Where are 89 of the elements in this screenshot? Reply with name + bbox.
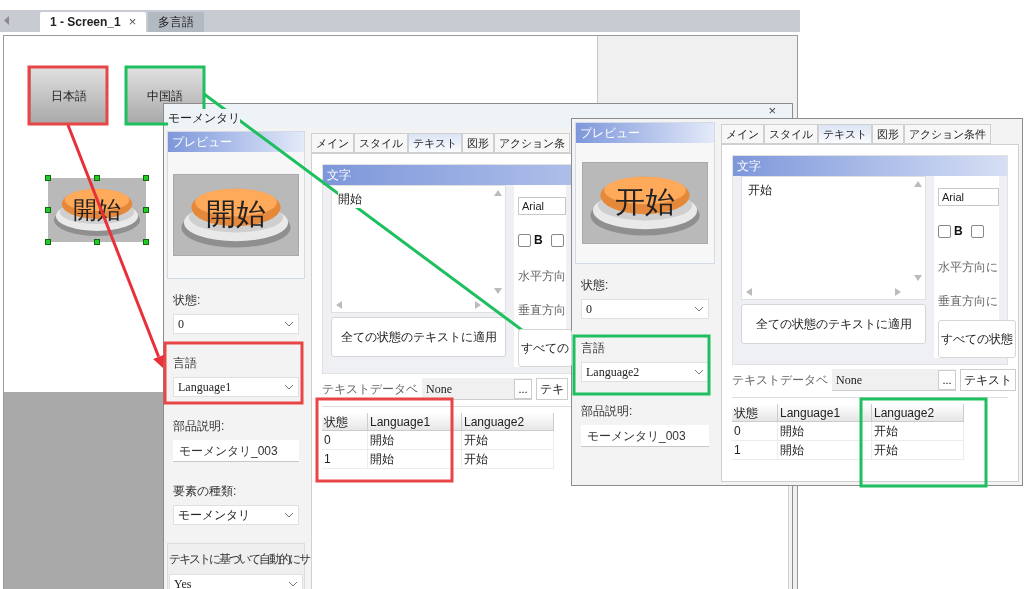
dropdown[interactable]: モーメンタリ bbox=[173, 505, 299, 525]
dialog-tab[interactable]: スタイル bbox=[354, 133, 408, 153]
editor-tab[interactable]: 1 - Screen_1 × bbox=[40, 12, 147, 32]
apply-button[interactable]: 全ての状態のテキストに適用 bbox=[331, 317, 506, 357]
panel-header: 文字 bbox=[733, 156, 1007, 176]
column-header[interactable]: Language2 bbox=[462, 413, 554, 431]
checkbox[interactable] bbox=[550, 233, 564, 247]
text-button[interactable]: テキスト bbox=[960, 369, 1016, 391]
close-icon[interactable]: × bbox=[768, 104, 776, 117]
dropdown[interactable]: Language2 bbox=[581, 362, 709, 382]
scroll-down-icon[interactable] bbox=[494, 288, 502, 294]
text-area[interactable]: 開始 bbox=[331, 185, 506, 313]
scroll-up-icon[interactable] bbox=[494, 190, 502, 196]
field-label: 状態: bbox=[581, 277, 609, 294]
table-cell: 開始 bbox=[778, 441, 872, 460]
field-label: 部品説明: bbox=[581, 403, 633, 420]
table-cell: 开始 bbox=[462, 450, 554, 469]
editor-tab[interactable]: 多言語 bbox=[148, 12, 205, 32]
field-label: 水平方向 bbox=[518, 268, 566, 285]
field-label: 言語 bbox=[173, 355, 197, 372]
dropdown[interactable]: Language1 bbox=[173, 377, 299, 397]
scroll-left-icon[interactable] bbox=[746, 288, 752, 296]
dialog-tab[interactable]: アクション条 bbox=[494, 133, 570, 153]
checkbox-label: B bbox=[534, 232, 543, 249]
dropdown[interactable]: 0 bbox=[173, 314, 299, 334]
scroll-right-icon[interactable] bbox=[895, 288, 901, 296]
text-field[interactable]: モーメンタリ_003 bbox=[173, 440, 299, 462]
chevron-down-icon bbox=[284, 384, 294, 390]
checkbox[interactable] bbox=[970, 224, 984, 238]
column-header[interactable]: 状態 bbox=[322, 413, 368, 431]
close-icon[interactable]: × bbox=[128, 12, 137, 32]
checkbox[interactable] bbox=[518, 233, 531, 247]
field-label: 水平方向に bbox=[938, 259, 998, 276]
start-button-preview: 开始 bbox=[582, 162, 708, 244]
scroll-right-icon[interactable] bbox=[475, 301, 481, 309]
dialog-tab[interactable]: スタイル bbox=[764, 124, 818, 144]
dropdown[interactable]: Yes bbox=[169, 574, 303, 589]
field-label: テキストデータベ bbox=[322, 381, 418, 398]
field-label: 言語 bbox=[581, 340, 605, 357]
database-field[interactable]: None ... bbox=[832, 369, 956, 391]
scroll-up-icon[interactable] bbox=[914, 181, 922, 187]
dialog-tab[interactable]: テキスト bbox=[818, 124, 872, 144]
text-field[interactable]: モーメンタリ_003 bbox=[581, 425, 709, 447]
chevron-down-icon bbox=[694, 306, 704, 312]
font-field[interactable]: Arial bbox=[938, 188, 999, 206]
chevron-down-icon bbox=[694, 369, 704, 375]
font-field[interactable]: Arial bbox=[518, 197, 566, 215]
dialog-tab[interactable]: テキスト bbox=[408, 133, 462, 153]
checkbox-label: B bbox=[954, 223, 963, 240]
dialog-tab[interactable]: 図形 bbox=[462, 133, 494, 153]
database-field[interactable]: None ... bbox=[422, 378, 532, 400]
apply-all-button[interactable]: すべての bbox=[518, 329, 572, 367]
column-header[interactable]: 状態 bbox=[732, 404, 778, 422]
text-area[interactable]: 开始 bbox=[741, 176, 926, 300]
scroll-down-icon[interactable] bbox=[914, 275, 922, 281]
scroll-left-icon[interactable] bbox=[4, 16, 10, 25]
column-header[interactable]: Language1 bbox=[778, 404, 872, 422]
table-cell: 1 bbox=[732, 441, 778, 460]
start-button-preview: 開始 bbox=[173, 174, 299, 256]
field-label: 垂直方向 bbox=[518, 302, 566, 319]
dialog-tab[interactable]: 図形 bbox=[872, 124, 904, 144]
apply-button[interactable]: 全ての状態のテキストに適用 bbox=[741, 304, 926, 344]
dropdown[interactable]: 0 bbox=[581, 299, 709, 319]
dialog-tab[interactable]: メイン bbox=[721, 124, 764, 144]
chevron-down-icon bbox=[288, 581, 298, 587]
column-header[interactable]: Language2 bbox=[872, 404, 964, 422]
browse-button[interactable]: ... bbox=[938, 369, 956, 390]
chevron-down-icon bbox=[284, 321, 294, 327]
table-cell: 開始 bbox=[368, 450, 462, 469]
panel-header: プレビュー bbox=[168, 132, 304, 152]
panel-header: プレビュー bbox=[576, 123, 714, 143]
field-label: 要素の種類: bbox=[173, 483, 237, 500]
dialog-tab[interactable]: アクション条件 bbox=[904, 124, 991, 144]
scroll-left-icon[interactable] bbox=[336, 301, 342, 309]
field-label: テキストデータベ bbox=[732, 372, 828, 389]
dialog-tab[interactable]: メイン bbox=[311, 133, 354, 153]
table-cell: 开始 bbox=[872, 441, 964, 460]
column-header[interactable]: Language1 bbox=[368, 413, 462, 431]
apply-all-button[interactable]: すべての状態 bbox=[938, 320, 1016, 358]
dialog-title: モーメンタリ bbox=[168, 109, 240, 127]
field-label: 部品説明: bbox=[173, 418, 225, 435]
field-label: 状態: bbox=[173, 292, 201, 309]
text-button[interactable]: テキ bbox=[536, 378, 568, 400]
field-label: テキストに基づいて自動的にサ bbox=[169, 551, 309, 568]
field-label: 垂直方向に bbox=[938, 293, 998, 310]
chevron-down-icon bbox=[284, 512, 294, 518]
checkbox[interactable] bbox=[938, 224, 951, 238]
table-cell: 1 bbox=[322, 450, 368, 469]
browse-button[interactable]: ... bbox=[514, 378, 532, 399]
